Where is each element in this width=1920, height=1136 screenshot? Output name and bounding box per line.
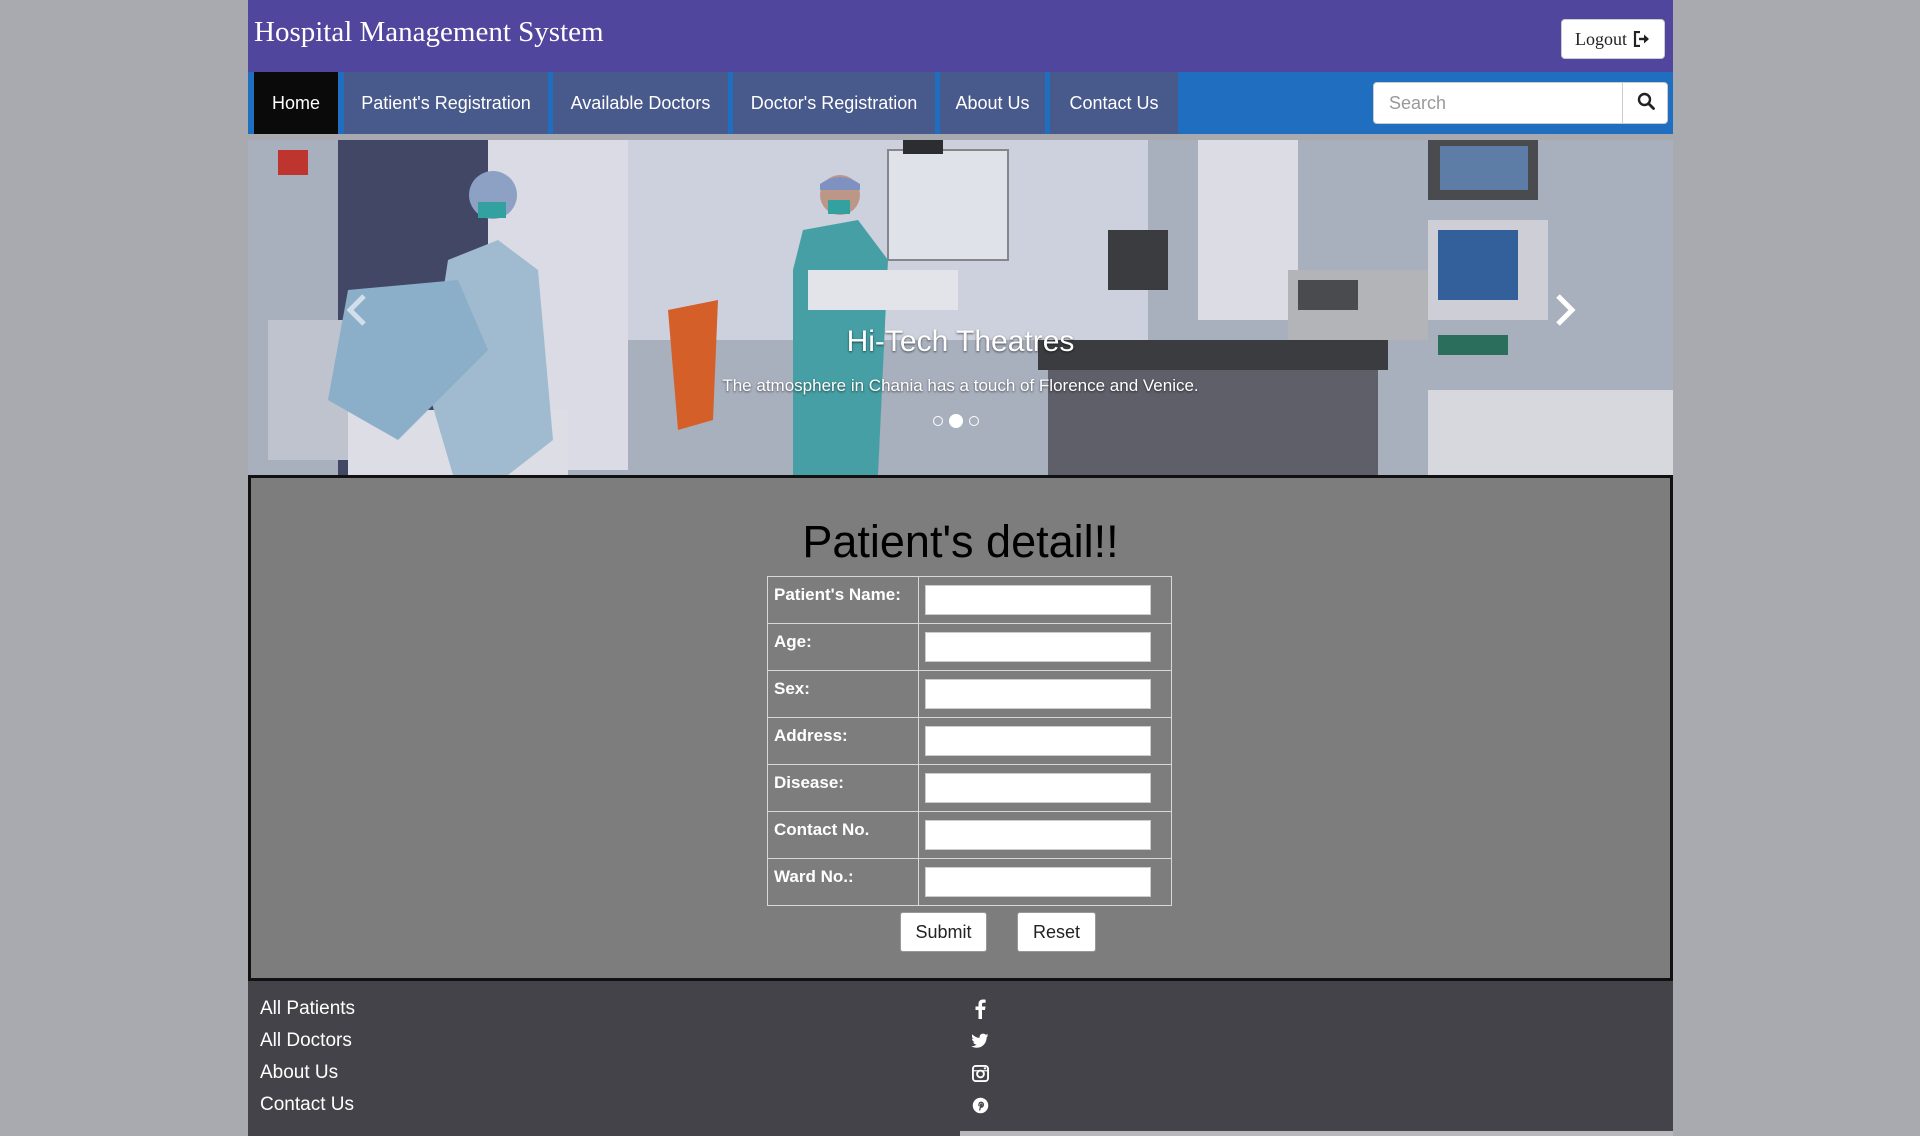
logout-button[interactable]: Logout <box>1561 19 1665 59</box>
footer-links: All Patients All Doctors About Us Contac… <box>260 993 355 1121</box>
nav-item-home[interactable]: Home <box>254 72 338 134</box>
brand-title: Hospital Management System <box>254 16 604 48</box>
instagram-link[interactable] <box>968 1057 992 1089</box>
image-carousel: Hi-Tech Theatres The atmosphere in Chani… <box>248 140 1673 475</box>
carousel-caption-title: Hi-Tech Theatres <box>846 325 1075 358</box>
nav-item-label: About Us <box>955 92 1030 113</box>
social-links <box>968 993 992 1121</box>
logout-label: Logout <box>1575 28 1627 49</box>
header: Hospital Management System Logout <box>248 0 1673 72</box>
facebook-icon <box>975 999 986 1019</box>
page-title: Patient's detail!! <box>802 516 1119 567</box>
carousel-indicator-active[interactable] <box>949 414 963 428</box>
form-row: Disease: <box>767 764 1172 812</box>
carousel-prev-button[interactable] <box>338 290 378 330</box>
nav-item-label: Doctor's Registration <box>750 92 918 113</box>
nav-item-label: Home <box>271 92 320 113</box>
search-input[interactable] <box>1374 83 1622 123</box>
patient-detail-section: Patient's detail!! Patient's Name: Age: … <box>248 475 1673 981</box>
nav-item-label: Patient's Registration <box>361 92 531 113</box>
instagram-icon <box>971 1064 989 1082</box>
contact-no-label: Contact No. <box>767 811 919 859</box>
nav-item-patients-registration[interactable]: Patient's Registration <box>344 72 548 134</box>
disease-label: Disease: <box>767 764 919 812</box>
carousel-indicators <box>933 414 979 428</box>
ward-no-input[interactable] <box>925 867 1151 897</box>
form-row: Ward No.: <box>767 858 1172 906</box>
ward-no-label: Ward No.: <box>767 858 919 906</box>
search-box <box>1373 82 1668 124</box>
footer-link-contact-us[interactable]: Contact Us <box>260 1089 355 1121</box>
nav-item-available-doctors[interactable]: Available Doctors <box>553 72 728 134</box>
age-label: Age: <box>767 623 919 671</box>
pinterest-link[interactable] <box>968 1089 992 1121</box>
chevron-right-icon <box>1556 294 1576 326</box>
nav-item-about-us[interactable]: About Us <box>940 72 1045 134</box>
logout-icon <box>1633 31 1651 47</box>
twitter-link[interactable] <box>968 1025 992 1057</box>
submit-button[interactable]: Submit <box>900 912 987 952</box>
form-row: Address: <box>767 717 1172 765</box>
nav-item-doctors-registration[interactable]: Doctor's Registration <box>733 72 935 134</box>
search-icon <box>1637 92 1655 115</box>
form-row: Contact No. <box>767 811 1172 859</box>
patient-name-input[interactable] <box>925 585 1151 615</box>
carousel-indicator[interactable] <box>969 416 979 426</box>
footer-divider <box>960 1131 1673 1136</box>
page: Hospital Management System Logout Home P… <box>248 0 1673 1136</box>
carousel-next-button[interactable] <box>1544 290 1584 330</box>
footer-link-about-us[interactable]: About Us <box>260 1057 355 1089</box>
facebook-link[interactable] <box>968 993 992 1025</box>
footer-link-all-patients[interactable]: All Patients <box>260 993 355 1025</box>
twitter-icon <box>971 1033 989 1048</box>
sex-label: Sex: <box>767 670 919 718</box>
form-row: Sex: <box>767 670 1172 718</box>
search-button[interactable] <box>1622 83 1667 123</box>
pinterest-icon <box>972 1097 988 1113</box>
patient-name-label: Patient's Name: <box>767 576 919 624</box>
age-input[interactable] <box>925 632 1151 662</box>
nav-item-label: Available Doctors <box>570 92 711 113</box>
carousel-caption-text: The atmosphere in Chania has a touch of … <box>722 376 1199 395</box>
nav-item-contact-us[interactable]: Contact Us <box>1050 72 1178 134</box>
footer: All Patients All Doctors About Us Contac… <box>248 981 1673 1136</box>
disease-input[interactable] <box>925 773 1151 803</box>
form-row: Patient's Name: <box>767 576 1172 624</box>
main-nav: Home Patient's Registration Available Do… <box>248 72 1673 134</box>
address-label: Address: <box>767 717 919 765</box>
reset-button[interactable]: Reset <box>1017 912 1096 952</box>
contact-no-input[interactable] <box>925 820 1151 850</box>
nav-item-label: Contact Us <box>1069 92 1159 113</box>
address-input[interactable] <box>925 726 1151 756</box>
form-row: Age: <box>767 623 1172 671</box>
chevron-left-icon <box>346 294 366 326</box>
patient-form-table: Patient's Name: Age: Sex: Address: Disea… <box>767 576 1172 906</box>
sex-input[interactable] <box>925 679 1151 709</box>
footer-link-all-doctors[interactable]: All Doctors <box>260 1025 355 1057</box>
carousel-indicator[interactable] <box>933 416 943 426</box>
